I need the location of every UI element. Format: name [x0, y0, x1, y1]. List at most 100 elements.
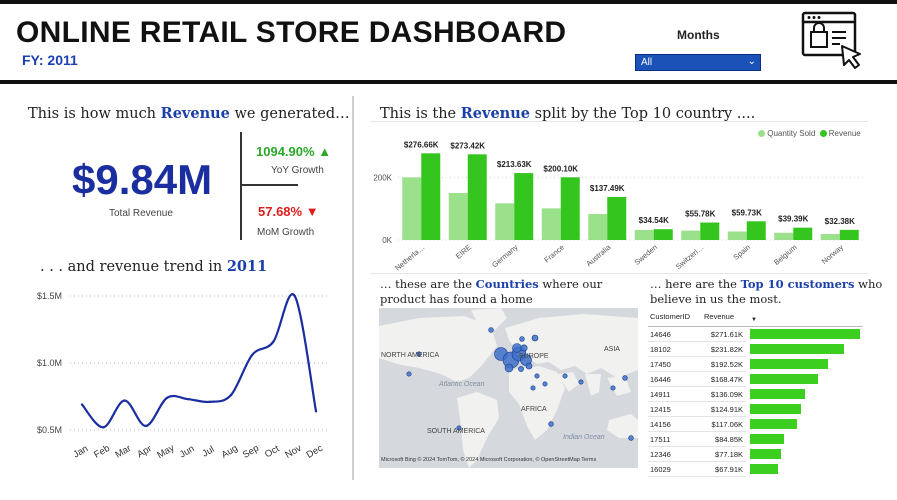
section-divider	[352, 96, 354, 480]
table-row[interactable]: 14911 $136.09K	[648, 387, 863, 402]
table-row[interactable]: 18102 $231.82K	[648, 342, 863, 357]
revenue-databar	[750, 404, 801, 414]
revenue-trend-chart: $0.5M $1.0M $1.5M Jan Feb Mar Apr May Jun Jul Aug S…	[37, 291, 328, 461]
trend-title-bold: 2011	[226, 258, 268, 275]
sort-desc-icon: ▼	[751, 317, 757, 323]
bar-quantity-sold[interactable]	[681, 230, 701, 240]
trend-point	[102, 426, 105, 429]
country-title-part: split by the Top 10 country ....	[530, 106, 756, 122]
bar-revenue[interactable]	[421, 153, 441, 240]
bar-quantity-sold[interactable]	[402, 177, 422, 240]
table-row[interactable]: 12346 $77.18K	[648, 447, 863, 462]
trend-point	[272, 340, 275, 343]
bar-quantity-sold[interactable]	[727, 231, 747, 240]
customer-id-cell: 12415	[650, 405, 671, 414]
months-filter-label: Months	[677, 28, 720, 42]
x-tick-label: Dec	[305, 443, 325, 461]
y-tick-label: $1.0M	[37, 358, 62, 368]
revenue-databar	[750, 434, 785, 444]
bar-revenue[interactable]	[467, 154, 487, 240]
revenue-databar	[750, 344, 844, 354]
header-divider	[0, 80, 897, 84]
bar-data-label: $34.54K	[639, 216, 669, 225]
x-tick-label: Mar	[113, 443, 133, 461]
bar-data-label: $137.49K	[590, 184, 625, 193]
bar-revenue[interactable]	[653, 229, 673, 240]
trend-point	[250, 353, 254, 357]
table-body: 14646 $271.61K 18102 $231.82K 17450 $192.52K 1…	[648, 327, 863, 477]
legend-revenue-swatch	[819, 130, 827, 137]
customer-id-cell: 14156	[650, 420, 671, 429]
bar-revenue[interactable]	[700, 222, 720, 240]
bar-quantity-sold[interactable]	[774, 232, 794, 240]
bar-quantity-sold[interactable]	[541, 208, 561, 240]
map-title-part: where our	[538, 277, 603, 291]
yoy-growth-label: YoY Growth	[271, 165, 324, 176]
revenue-cell: $77.18K	[715, 450, 743, 459]
trend-title-part: . . . and revenue trend in	[40, 259, 227, 275]
x-tick-label: Netherla…	[393, 243, 426, 272]
down-arrow-icon: ▼	[305, 204, 319, 219]
x-tick-label: Oct	[263, 443, 282, 460]
map-attribution: Microsoft Bing © 2024 TomTom, © 2024 Mic…	[381, 457, 596, 463]
x-tick-label: Nov	[283, 443, 303, 461]
mom-value-text: 57.68%	[258, 204, 303, 219]
bar-quantity-sold[interactable]	[820, 234, 840, 240]
trend-point	[80, 403, 84, 406]
bar-revenue[interactable]	[607, 196, 627, 240]
trend-point	[187, 397, 190, 401]
x-tick-label: Australia	[584, 242, 613, 268]
column-header-revenue[interactable]: Revenue	[704, 312, 734, 321]
table-row[interactable]: 17511 $84.85K	[648, 432, 863, 447]
table-row[interactable]: 14646 $271.61K	[648, 327, 863, 342]
map-title-bold: Countries	[475, 277, 539, 291]
customers-title-line2: believe in us the most.	[650, 292, 782, 306]
x-tick-label: Sep	[241, 443, 261, 461]
revenue-cell: $271.61K	[710, 330, 743, 339]
total-revenue-value: $9.84M	[72, 156, 213, 203]
x-tick-label: Switzerl…	[674, 243, 706, 272]
map-label: Indian Ocean	[563, 434, 605, 441]
bar-data-label: $59.73K	[732, 208, 762, 217]
months-dropdown[interactable]: All ⌄	[635, 54, 761, 71]
country-revenue-chart: 0K 200K $276.66K Netherla… $273.42K EIRE $213.…	[373, 140, 863, 272]
table-row[interactable]: 14156 $117.06K	[648, 417, 863, 432]
x-tick-label: Apr	[135, 443, 153, 460]
countries-map[interactable]: NORTH AMERICA EUROPE ASIA Atlantic Ocean…	[379, 308, 638, 468]
customer-id-cell: 17511	[650, 435, 671, 444]
shopping-browser-cursor-icon	[800, 8, 864, 72]
table-row[interactable]: 17450 $192.52K	[648, 357, 863, 372]
bar-quantity-sold[interactable]	[448, 193, 468, 240]
bar-revenue[interactable]	[746, 221, 766, 240]
map-attribution-text[interactable]: © 2024 TomTom, © 2024 Microsoft Corporat…	[417, 457, 596, 463]
map-label: ASIA	[604, 346, 620, 353]
bar-revenue[interactable]	[560, 177, 580, 240]
mom-growth-value: 57.68% ▼	[258, 204, 319, 219]
table-row[interactable]: 16029 $67.91K	[648, 462, 863, 477]
table-row[interactable]: 16446 $168.47K	[648, 372, 863, 387]
bar-data-label: $32.38K	[825, 217, 855, 226]
bar-quantity-sold[interactable]	[495, 203, 515, 240]
x-tick-label: Sweden	[632, 243, 659, 267]
country-title-rule	[370, 121, 868, 122]
country-bottom-rule	[370, 273, 868, 274]
map-label: EUROPE	[519, 353, 549, 360]
bar-quantity-sold[interactable]	[588, 213, 608, 240]
trend-point	[123, 399, 126, 402]
map-label: NORTH AMERICA	[381, 352, 440, 359]
revenue-databar	[750, 374, 819, 384]
bar-revenue[interactable]	[514, 173, 534, 240]
map-label: Atlantic Ocean	[439, 381, 485, 388]
revenue-cell: $84.85K	[715, 435, 743, 444]
column-header-customerid[interactable]: CustomerID	[650, 312, 690, 321]
revenue-databar	[750, 359, 828, 369]
bar-revenue[interactable]	[793, 227, 813, 240]
kpi-horizontal-divider	[240, 184, 298, 186]
trend-point	[144, 424, 148, 428]
bar-quantity-sold[interactable]	[634, 229, 654, 240]
table-row[interactable]: 12415 $124.91K	[648, 402, 863, 417]
bar-revenue[interactable]	[839, 229, 859, 240]
y-tick-label: $0.5M	[37, 425, 62, 435]
x-tick-label: Spain	[732, 243, 752, 262]
mom-growth-label: MoM Growth	[257, 227, 315, 238]
